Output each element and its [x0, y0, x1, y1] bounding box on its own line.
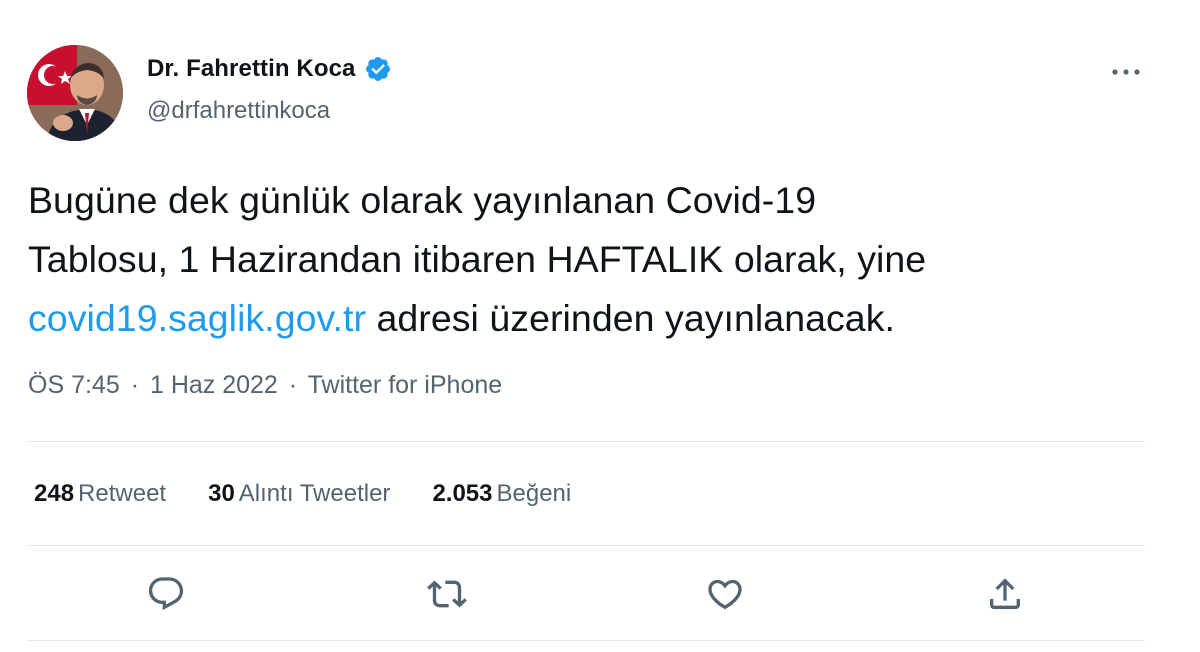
tweet-text-tail: adresi üzerinden yayınlanacak. [366, 297, 895, 339]
tweet-stats: 248 Retweet 30 Alıntı Tweetler 2.053 Beğeni [34, 480, 613, 508]
user-handle[interactable]: @drfahrettinkoca [147, 97, 330, 125]
author-name-row[interactable]: Dr. Fahrettin Koca [147, 55, 392, 83]
quote-count-link[interactable]: 30 Alıntı Tweetler [208, 480, 390, 508]
stat-count: 2.053 [432, 480, 493, 507]
reply-icon [148, 577, 184, 611]
tweet-text: Bugüne dek günlük olarak yayınlanan Covi… [28, 171, 1148, 348]
divider [28, 640, 1145, 641]
retweet-button[interactable] [427, 574, 467, 614]
reply-button[interactable] [146, 574, 186, 614]
profile-photo-icon [27, 45, 123, 141]
meta-separator: · [130, 371, 140, 399]
tweet-meta: ÖS 7:45 · 1 Haz 2022 · Twitter for iPhon… [28, 371, 502, 400]
stat-count: 248 [34, 480, 75, 507]
like-button[interactable] [705, 574, 745, 614]
stat-count: 30 [208, 480, 235, 507]
tweet-text-line: Tablosu, 1 Hazirandan itibaren HAFTALIK … [28, 238, 927, 280]
avatar[interactable] [27, 45, 123, 141]
tweet-card: Dr. Fahrettin Koca @drfahrettinkoca Bugü… [0, 0, 1200, 652]
share-icon [990, 578, 1020, 609]
stat-label: Beğeni [496, 480, 572, 507]
heart-icon [708, 579, 742, 610]
stat-label: Alıntı Tweetler [238, 480, 391, 507]
divider [28, 441, 1145, 442]
divider [28, 545, 1145, 546]
like-count-link[interactable]: 2.053 Beğeni [432, 480, 571, 508]
tweet-date[interactable]: 1 Haz 2022 [150, 371, 278, 399]
more-icon[interactable] [1108, 60, 1144, 84]
display-name[interactable]: Dr. Fahrettin Koca [147, 55, 356, 83]
tweet-source[interactable]: Twitter for iPhone [308, 371, 503, 399]
meta-separator: · [288, 371, 298, 399]
verified-badge-icon [365, 57, 390, 81]
retweet-count-link[interactable]: 248 Retweet [34, 480, 166, 508]
tweet-time[interactable]: ÖS 7:45 [28, 371, 120, 399]
tweet-text-line: Bugüne dek günlük olarak yayınlanan Covi… [28, 179, 817, 221]
tweet-text-line: covid19.saglik.gov.tr adresi üzerinden y… [28, 289, 1148, 348]
stat-label: Retweet [78, 480, 167, 507]
retweet-icon [427, 580, 467, 608]
tweet-link[interactable]: covid19.saglik.gov.tr [28, 297, 366, 339]
share-button[interactable] [985, 574, 1025, 614]
